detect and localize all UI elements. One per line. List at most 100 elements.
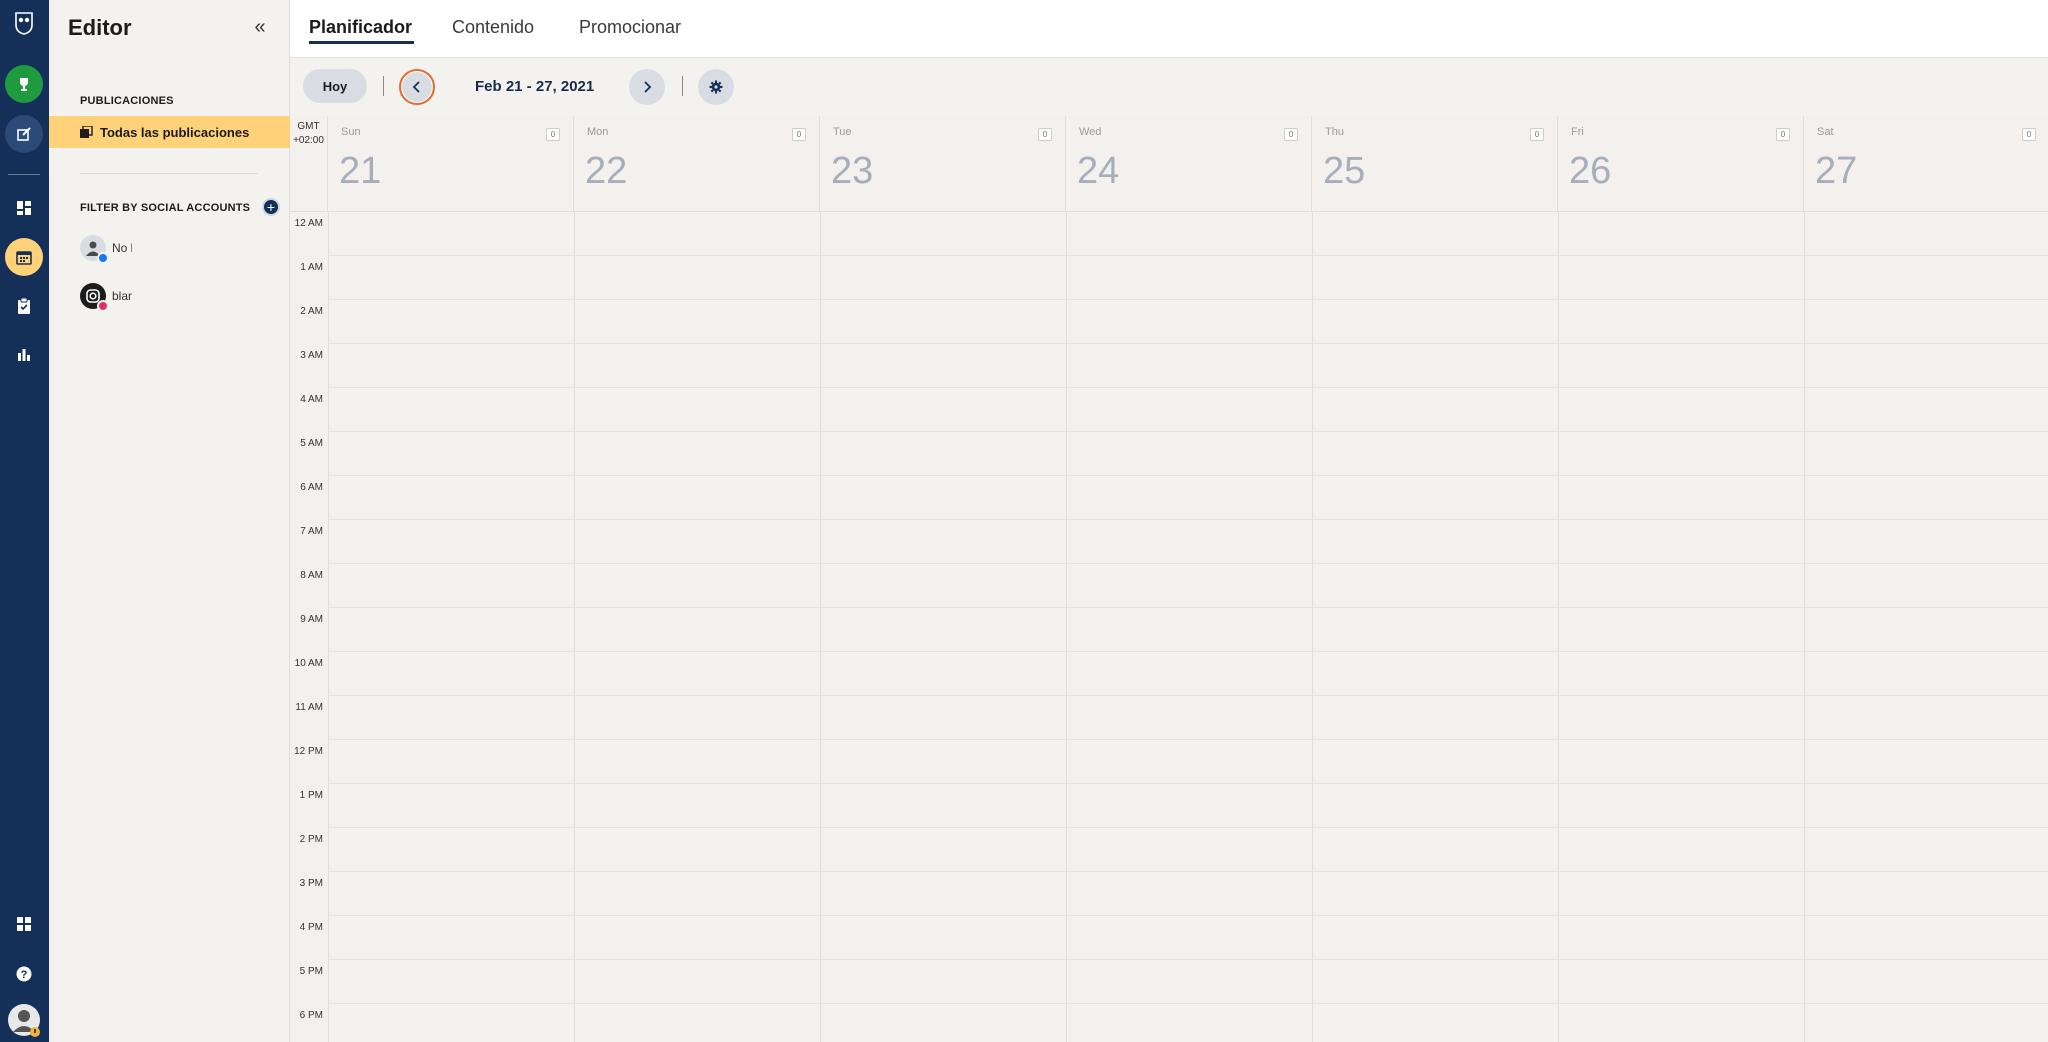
timezone-gmt: GMT (297, 121, 320, 132)
owl-logo-icon[interactable] (5, 4, 43, 42)
add-account-button[interactable]: + (262, 198, 280, 216)
hour-label: 4 PM (299, 922, 323, 933)
hour-slot-row[interactable] (328, 520, 2048, 564)
instagram-badge-icon (97, 300, 109, 312)
hour-slot-row[interactable] (328, 696, 2048, 740)
hour-slot-row[interactable] (328, 784, 2048, 828)
hour-label: 4 AM (300, 394, 323, 405)
day-post-count-badge: 0 (546, 128, 560, 141)
hour-label: 6 PM (299, 1010, 323, 1021)
day-number: 23 (831, 150, 874, 192)
day-number: 27 (1815, 150, 1858, 192)
toolbar-divider (682, 76, 683, 96)
day-header[interactable]: Mon 22 0 (574, 116, 820, 212)
hour-slot-row[interactable] (328, 476, 2048, 520)
hour-label: 1 AM (300, 262, 323, 273)
day-name: Thu (1325, 126, 1344, 138)
account-name: No l (112, 241, 132, 255)
account-name: blan (112, 289, 132, 303)
day-post-count-badge: 0 (1776, 128, 1790, 141)
day-header[interactable]: Fri 26 0 (1558, 116, 1804, 212)
day-post-count-badge: 0 (792, 128, 806, 141)
hour-label: 2 AM (300, 306, 323, 317)
section-label-publicaciones: PUBLICACIONES (80, 95, 174, 107)
sidebar-title: Editor (68, 15, 132, 40)
hour-label: 10 AM (294, 658, 323, 669)
social-account-item[interactable]: No l (80, 234, 132, 264)
tab-planificador[interactable]: Planificador (309, 17, 412, 38)
hour-slot-row[interactable] (328, 256, 2048, 300)
hour-label: 3 AM (300, 350, 323, 361)
hour-slot-row[interactable] (328, 300, 2048, 344)
hour-slot-row[interactable] (328, 212, 2048, 256)
hour-label: 8 AM (300, 570, 323, 581)
calendar-icon[interactable] (5, 238, 43, 276)
profile-icon[interactable] (5, 1001, 43, 1039)
social-account-item[interactable]: blan (80, 282, 132, 312)
help-icon[interactable]: ? (5, 955, 43, 993)
clipboard-icon[interactable] (5, 287, 43, 325)
hour-label: 2 PM (299, 834, 323, 845)
day-header[interactable]: Tue 23 0 (820, 116, 1066, 212)
gear-icon (709, 80, 723, 94)
day-number: 21 (339, 150, 382, 192)
day-name: Tue (833, 126, 852, 138)
tab-bar: Planificador Contenido Promocionar (290, 0, 2048, 58)
hour-label: 6 AM (300, 482, 323, 493)
previous-week-button[interactable] (399, 69, 435, 105)
hour-label: 9 AM (300, 614, 323, 625)
day-header[interactable]: Sat 27 0 (1804, 116, 2048, 212)
day-post-count-badge: 0 (1284, 128, 1298, 141)
settings-button[interactable] (698, 69, 734, 105)
hour-slot-row[interactable] (328, 872, 2048, 916)
hour-label: 7 AM (300, 526, 323, 537)
day-header[interactable]: Sun 21 0 (328, 116, 574, 212)
hour-slot-row[interactable] (328, 828, 2048, 872)
main-panel: Planificador Contenido Promocionar Hoy F… (290, 0, 2048, 1042)
facebook-badge-icon (97, 252, 109, 264)
editor-sidebar: Editor « PUBLICACIONES Todas las publica… (49, 0, 290, 1042)
svg-text:?: ? (21, 969, 28, 981)
tab-contenido[interactable]: Contenido (452, 17, 534, 38)
active-tab-underline (309, 41, 414, 44)
apps-icon[interactable] (5, 905, 43, 943)
hour-slot-row[interactable] (328, 740, 2048, 784)
app-rail: ? (0, 0, 49, 1042)
hour-slot-row[interactable] (328, 1004, 2048, 1042)
analytics-icon[interactable] (5, 335, 43, 373)
account-avatar (80, 235, 109, 264)
day-post-count-badge: 0 (2022, 128, 2036, 141)
hour-slot-row[interactable] (328, 564, 2048, 608)
hour-label: 12 AM (294, 218, 323, 229)
day-header[interactable]: Thu 25 0 (1312, 116, 1558, 212)
trophy-icon[interactable] (5, 65, 43, 103)
posts-stack-icon (80, 126, 93, 138)
chevron-left-icon (412, 81, 420, 93)
collapse-sidebar-icon[interactable]: « (247, 14, 273, 40)
hour-slot-row[interactable] (328, 344, 2048, 388)
today-button[interactable]: Hoy (303, 69, 367, 103)
day-header[interactable]: Wed 24 0 (1066, 116, 1312, 212)
sidebar-item-all-posts[interactable]: Todas las publicaciones (49, 116, 290, 148)
hour-slot-row[interactable] (328, 960, 2048, 1004)
hour-slot-row[interactable] (328, 608, 2048, 652)
hour-slot-row[interactable] (328, 652, 2048, 696)
hour-label: 1 PM (299, 790, 323, 801)
day-name: Sun (341, 126, 361, 138)
day-name: Sat (1817, 126, 1834, 138)
hour-slot-row[interactable] (328, 916, 2048, 960)
compose-icon[interactable] (5, 115, 43, 153)
day-number: 24 (1077, 150, 1120, 192)
next-week-button[interactable] (629, 69, 665, 105)
day-name: Wed (1079, 126, 1102, 138)
toolbar-divider (383, 76, 384, 96)
hour-slot-row[interactable] (328, 432, 2048, 476)
date-range-label: Feb 21 - 27, 2021 (475, 78, 595, 95)
day-post-count-badge: 0 (1038, 128, 1052, 141)
hour-slot-row[interactable] (328, 388, 2048, 432)
calendar-toolbar: Hoy Feb 21 - 27, 2021 (290, 58, 2048, 116)
chevron-right-icon (644, 81, 652, 93)
dashboard-icon[interactable] (5, 189, 43, 227)
week-calendar: GMT +02:00 Sun 21 0 Mon 22 0 Tue 23 0 Wed 24 0 Thu 25… (290, 116, 2048, 1042)
tab-promocionar[interactable]: Promocionar (579, 17, 681, 38)
